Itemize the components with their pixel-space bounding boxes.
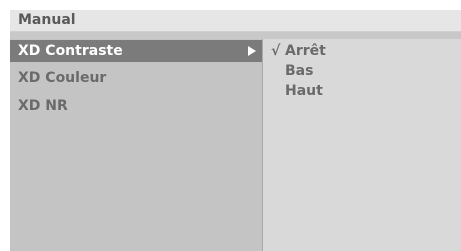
option-arret[interactable]: √ Arrêt	[271, 43, 326, 63]
menu-item-label: XD Couleur	[18, 70, 107, 86]
submenu-arrow-icon	[248, 46, 256, 56]
option-haut[interactable]: Haut	[271, 83, 323, 103]
option-label: Arrêt	[285, 43, 326, 59]
menu-list: XD Contraste XD Couleur XD NR	[10, 39, 262, 251]
menu-title: Manual	[18, 12, 76, 28]
option-label: Bas	[285, 63, 314, 79]
menu-item-xd-couleur[interactable]: XD Couleur	[10, 67, 262, 89]
option-label: Haut	[285, 83, 323, 99]
menu-item-label: XD NR	[18, 98, 68, 114]
check-icon: √	[271, 43, 281, 59]
menu-item-xd-contraste[interactable]: XD Contraste	[10, 40, 262, 62]
menu-header: Manual	[10, 10, 461, 32]
options-list: √ Arrêt Bas Haut	[263, 39, 461, 251]
menu-window: Manual XD Contraste XD Couleur XD NR √ Ar…	[10, 10, 461, 251]
option-bas[interactable]: Bas	[271, 63, 313, 83]
menu-item-label: XD Contraste	[18, 43, 123, 59]
menu-item-xd-nr[interactable]: XD NR	[10, 95, 262, 117]
